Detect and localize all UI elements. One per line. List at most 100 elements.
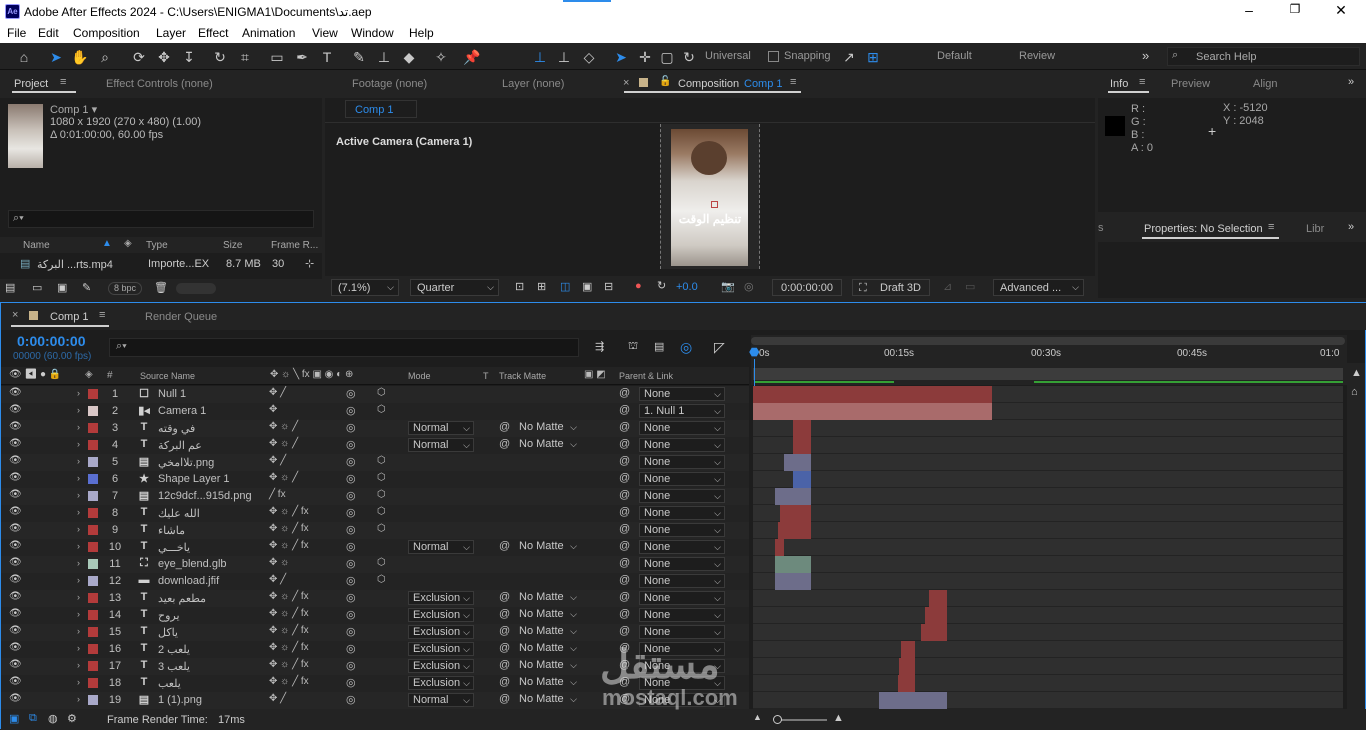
motion-blur-switch-icon[interactable]: ◎ — [346, 387, 356, 400]
layer-switches[interactable]: ✥ ☼ ╱ — [269, 472, 298, 483]
rectangle-tool-icon[interactable]: ▭ — [268, 48, 286, 66]
more-tabs-icon[interactable]: » — [1348, 76, 1354, 88]
channel-icon[interactable]: ● — [635, 280, 642, 292]
pick-whip-icon[interactable]: @ — [619, 387, 630, 399]
parent-dropdown[interactable]: None ⌵ — [639, 591, 725, 605]
transparency-grid-icon[interactable]: ⊞ — [537, 280, 546, 293]
motion-blur-switch-icon[interactable]: ◎ — [346, 455, 356, 468]
layer-duration-bar[interactable] — [779, 505, 811, 522]
layer-track[interactable] — [753, 522, 1343, 539]
column-mode[interactable]: Mode — [408, 371, 431, 381]
layer-track[interactable] — [753, 675, 1343, 692]
tab-project[interactable]: Project — [14, 78, 48, 90]
menu-effect[interactable]: Effect — [198, 26, 228, 40]
dolly-tool-icon[interactable]: ↧ — [180, 48, 198, 66]
label-color[interactable] — [88, 525, 98, 535]
motion-blur-switch-icon[interactable]: ◎ — [346, 506, 356, 519]
matte-link-icon[interactable]: @ — [499, 642, 510, 654]
3d-layer-icon[interactable]: ⬡ — [377, 506, 386, 517]
eye-icon[interactable]: 👁 — [9, 489, 22, 500]
chevron-right-icon[interactable]: › — [77, 694, 80, 704]
3d-view-icon[interactable]: ⊿ — [943, 280, 952, 293]
layer-duration-bar[interactable] — [897, 675, 916, 692]
layer-row[interactable]: 👁 › 10 T ياخـــي ✥ ☼ ╱ fx ◎ Normal ⌵ @ No Matte ⌵ @ N… — [1, 539, 749, 556]
blend-mode-dropdown[interactable]: Normal ⌵ — [408, 693, 474, 707]
chevron-right-icon[interactable]: › — [77, 388, 80, 398]
blend-mode-dropdown[interactable]: Exclusion ⌵ — [408, 591, 474, 605]
parent-dropdown[interactable]: None ⌵ — [639, 489, 725, 503]
layer-row[interactable]: 👁 › 5 ▤ تلاامخي.png ✥ ╱ ◎ ⬡ @ None ⌵ — [1, 454, 749, 471]
anchor-tool-icon[interactable]: ⌗ — [236, 48, 254, 66]
chevron-right-icon[interactable]: › — [77, 643, 80, 653]
label-color[interactable] — [88, 423, 98, 433]
layer-row[interactable]: 👁 › 14 T يروح ✥ ☼ ╱ fx ◎ Exclusion ⌵ @ No Matte ⌵ @ N… — [1, 607, 749, 624]
blend-mode-dropdown[interactable]: Normal ⌵ — [408, 540, 474, 554]
layer-name[interactable]: مطعم بعيد — [158, 592, 206, 605]
layer-duration-bar[interactable] — [878, 692, 947, 709]
motion-blur-switch-icon[interactable]: ◎ — [346, 659, 356, 672]
pick-whip-icon[interactable]: @ — [619, 642, 630, 654]
layer-name[interactable]: 12c9dcf...915d.png — [158, 490, 252, 502]
layer-switches[interactable]: ✥ ☼ ╱ — [269, 421, 298, 432]
tab-info[interactable]: Info — [1110, 78, 1128, 90]
label-color[interactable] — [88, 440, 98, 450]
motion-blur-switch-icon[interactable]: ◎ — [346, 472, 356, 485]
timeline-search-input[interactable]: ⌕▾ — [109, 338, 579, 357]
motion-blur-switch-icon[interactable]: ◎ — [346, 421, 356, 434]
3d-layer-icon[interactable]: ⬡ — [377, 404, 386, 415]
motion-blur-switch-icon[interactable]: ◎ — [346, 574, 356, 587]
advanced-dropdown[interactable]: Advanced ... ⌵ — [993, 279, 1084, 296]
parent-dropdown[interactable]: None ⌵ — [639, 540, 725, 554]
layer-row[interactable]: 👁 › 13 T مطعم بعيد ✥ ☼ ╱ fx ◎ Exclusion ⌵ @ No Mat… — [1, 590, 749, 607]
vertical-scrollbar[interactable]: ▲ ⌂ — [1347, 363, 1365, 709]
eye-icon[interactable]: 👁 — [9, 404, 22, 415]
parent-dropdown[interactable]: None ⌵ — [639, 574, 725, 588]
layer-switches[interactable]: ✥ ☼ ╱ fx — [269, 540, 309, 551]
new-folder-icon[interactable]: ▭ — [32, 281, 42, 294]
layer-track[interactable] — [753, 471, 1343, 488]
region-icon[interactable]: ▣ — [582, 280, 592, 293]
more-tabs-icon[interactable]: » — [1348, 221, 1354, 233]
zoom-dropdown[interactable]: (7.1%) ⌵ — [331, 279, 399, 296]
motion-blur-switch-icon[interactable]: ◎ — [346, 642, 356, 655]
3d-layer-icon[interactable]: ⬡ — [377, 557, 386, 568]
column-type[interactable]: Type — [146, 240, 168, 251]
layer-switches[interactable]: ✥ ╱ — [269, 693, 286, 704]
clone-tool-icon[interactable]: ⊥ — [375, 48, 393, 66]
layer-name[interactable]: الله عليك — [158, 507, 200, 520]
track-matte-dropdown[interactable]: No Matte ⌵ — [515, 676, 579, 690]
eye-icon[interactable]: 👁 — [9, 540, 22, 551]
tab-properties[interactable]: Properties: No Selection — [1144, 223, 1263, 235]
layer-switches[interactable]: ✥ ☼ ╱ fx — [269, 676, 309, 687]
column-t[interactable]: T — [483, 371, 489, 381]
type-tool-icon[interactable]: T — [318, 48, 336, 66]
menu-animation[interactable]: Animation — [242, 26, 295, 40]
label-color[interactable] — [88, 644, 98, 654]
chevron-right-icon[interactable]: › — [77, 677, 80, 687]
label-color[interactable] — [88, 406, 98, 416]
layer-duration-bar[interactable] — [928, 590, 947, 607]
motion-blur-switch-icon[interactable]: ◎ — [346, 404, 356, 417]
layer-duration-bar[interactable] — [921, 624, 947, 641]
transfer-controls-icon[interactable]: ◍ — [48, 712, 58, 725]
track-matte-dropdown[interactable]: No Matte ⌵ — [515, 659, 579, 673]
chevron-right-icon[interactable]: › — [77, 592, 80, 602]
column-track-matte[interactable]: Track Matte — [499, 371, 546, 381]
3d-layer-icon[interactable]: ⬡ — [377, 523, 386, 534]
label-color[interactable] — [88, 389, 98, 399]
layer-switches[interactable]: ✥ ╱ — [269, 387, 286, 398]
parent-dropdown[interactable]: None ⌵ — [639, 676, 725, 690]
trash-icon[interactable]: 🗑 — [154, 281, 168, 294]
arrow-mode-icon[interactable]: ➤ — [612, 48, 630, 66]
chevron-right-icon[interactable]: › — [77, 456, 80, 466]
tab-composition[interactable]: Composition — [678, 78, 739, 90]
tab-effect-controls[interactable]: Effect Controls (none) — [106, 78, 213, 90]
tab-comp-1[interactable]: Comp 1 — [50, 311, 89, 323]
matte-link-icon[interactable]: @ — [499, 693, 510, 705]
pan-tool-icon[interactable]: ✥ — [155, 48, 173, 66]
column-frame-rate[interactable]: Frame R... — [271, 240, 318, 251]
panel-menu-icon[interactable]: ≡ — [1139, 76, 1145, 88]
track-matte-dropdown[interactable]: No Matte ⌵ — [515, 591, 579, 605]
column-parent-link[interactable]: Parent & Link — [619, 371, 673, 381]
zoom-slider-handle[interactable] — [773, 715, 782, 724]
